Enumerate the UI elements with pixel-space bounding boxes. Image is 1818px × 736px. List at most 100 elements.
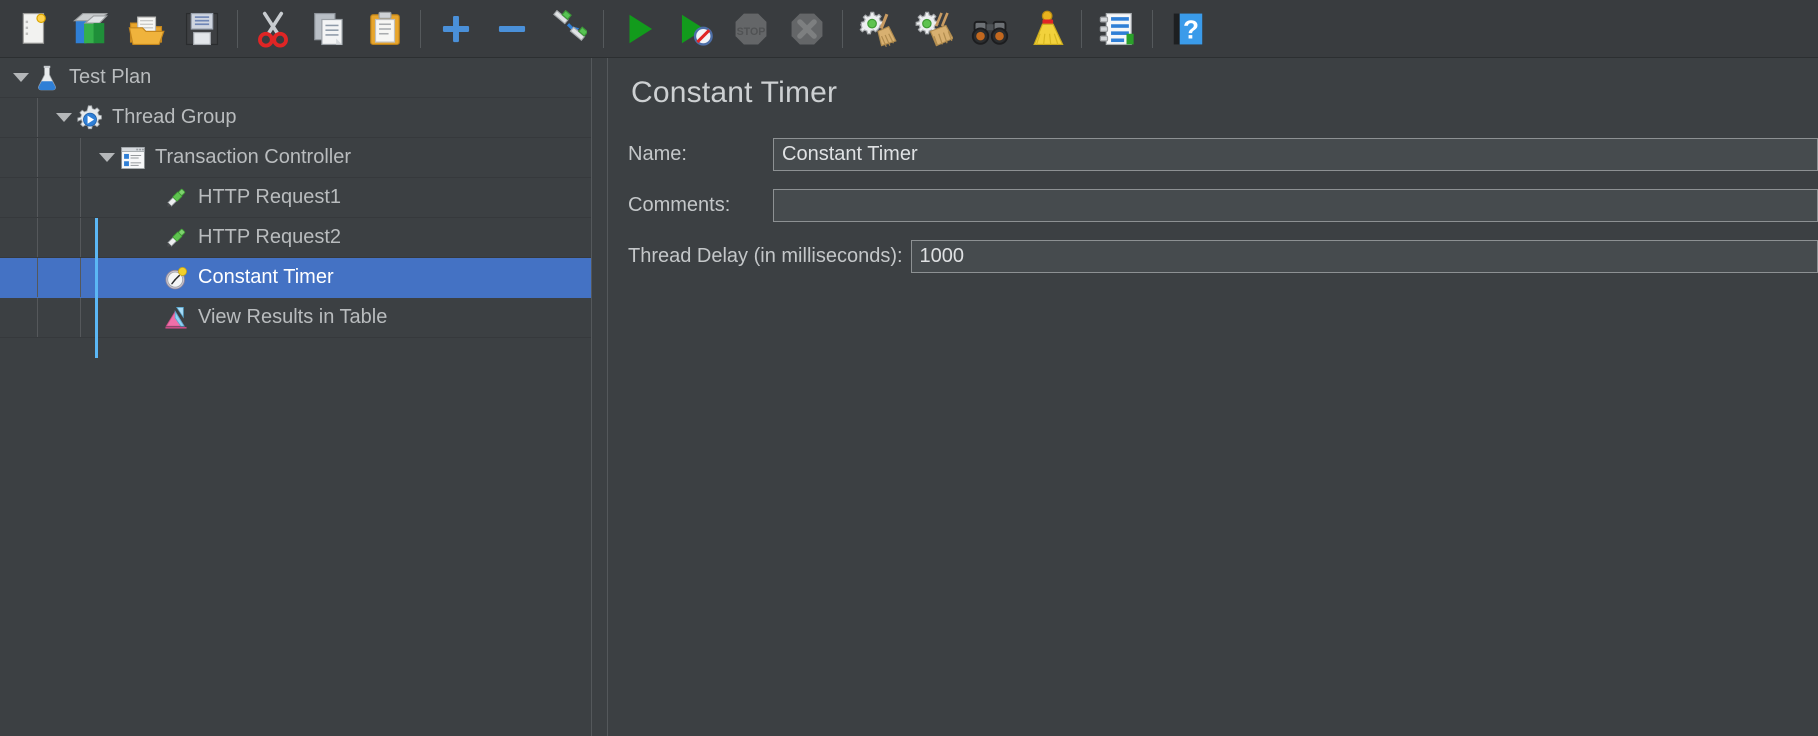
tree-node-test-plan[interactable]: Test Plan [0, 58, 591, 98]
expand-toggle-icon[interactable] [8, 65, 34, 91]
tree-node-view-results-in-table[interactable]: View Results in Table [0, 298, 591, 338]
clipboard-paste-icon [366, 10, 404, 48]
tree-guide-line [37, 98, 38, 137]
thread-delay-row: Thread Delay (in milliseconds): [628, 240, 1818, 273]
toolbar-separator [1152, 10, 1153, 48]
expand-toggle-icon[interactable] [94, 145, 120, 171]
active-branch-marker [95, 218, 98, 358]
save-button[interactable] [174, 4, 230, 54]
tree-guide-line [80, 258, 81, 297]
comments-row: Comments: [628, 189, 1818, 222]
svg-text:STOP: STOP [737, 25, 766, 37]
toggle-pen-icon [549, 10, 587, 48]
thread-delay-label: Thread Delay (in milliseconds): [628, 245, 903, 268]
tree-spacer [137, 265, 163, 291]
panel-splitter[interactable] [591, 58, 608, 736]
templates-button[interactable] [62, 4, 118, 54]
open-button[interactable] [118, 4, 174, 54]
tree-guide-line [80, 178, 81, 217]
tree-guide-line [37, 298, 38, 337]
help-book-icon: ? [1169, 10, 1207, 48]
yellow-broom-icon [1027, 10, 1065, 48]
function-helper-button[interactable] [1089, 4, 1145, 54]
tree-node-label: Test Plan [69, 66, 161, 89]
tree-node-thread-group[interactable]: Thread Group [0, 98, 591, 138]
search-button[interactable] [962, 4, 1018, 54]
clear-all-button[interactable] [906, 4, 962, 54]
binoculars-icon [971, 10, 1009, 48]
scissors-icon [254, 10, 292, 48]
tree-node-label: HTTP Request1 [198, 186, 351, 209]
transaction-controller-icon [120, 145, 155, 171]
toggle-button[interactable] [540, 4, 596, 54]
main-area: Test Plan Thread Group Transaction Control… [0, 58, 1818, 736]
test-plan-tree[interactable]: Test Plan Thread Group Transaction Control… [0, 58, 591, 736]
function-list-icon [1098, 10, 1136, 48]
stop-sign-icon: STOP [732, 10, 770, 48]
minus-icon [493, 10, 531, 48]
flask-icon [34, 65, 69, 91]
play-no-pauses-icon [676, 10, 714, 48]
stop-button: STOP [723, 4, 779, 54]
gear-broom-multi-icon [915, 10, 953, 48]
tree-node-constant-timer[interactable]: Constant Timer [0, 258, 591, 298]
reset-search-button[interactable] [1018, 4, 1074, 54]
templates-icon [71, 10, 109, 48]
start-no-pauses-button[interactable] [667, 4, 723, 54]
save-floppy-icon [183, 10, 221, 48]
tree-node-label: Constant Timer [198, 266, 344, 289]
tree-node-label: Thread Group [112, 106, 247, 129]
name-input[interactable] [773, 138, 1818, 171]
toolbar-separator [603, 10, 604, 48]
tree-guide-line [80, 298, 81, 337]
gear-broom-icon [859, 10, 897, 48]
tree-guide-line [37, 178, 38, 217]
http-request-pen-icon [163, 225, 198, 251]
cut-button[interactable] [245, 4, 301, 54]
tree-node-http-request2[interactable]: HTTP Request2 [0, 218, 591, 258]
toolbar-separator [842, 10, 843, 48]
start-button[interactable] [611, 4, 667, 54]
tree-guide-line [80, 218, 81, 257]
tree-spacer [137, 225, 163, 251]
plus-icon [437, 10, 475, 48]
tree-node-http-request1[interactable]: HTTP Request1 [0, 178, 591, 218]
tree-node-label: View Results in Table [198, 306, 397, 329]
copy-icon [310, 10, 348, 48]
constant-timer-clock-icon [163, 265, 198, 291]
tree-guide-line [80, 138, 81, 177]
jmeter-window: STOP? Test Plan Thread Group Transaction C… [0, 0, 1818, 736]
new-button[interactable] [6, 4, 62, 54]
thread-group-gear-icon [77, 105, 112, 131]
tree-spacer [137, 305, 163, 331]
play-green-icon [620, 10, 658, 48]
tree-node-label: HTTP Request2 [198, 226, 351, 249]
new-file-icon [15, 10, 53, 48]
name-label: Name: [628, 143, 773, 166]
comments-label: Comments: [628, 194, 773, 217]
main-toolbar: STOP? [0, 0, 1818, 58]
paste-button[interactable] [357, 4, 413, 54]
toolbar-separator [237, 10, 238, 48]
expand-all-button[interactable] [428, 4, 484, 54]
tree-node-transaction-controller[interactable]: Transaction Controller [0, 138, 591, 178]
tree-guide-line [37, 138, 38, 177]
comments-input[interactable] [773, 189, 1818, 222]
expand-toggle-icon[interactable] [51, 105, 77, 131]
toolbar-separator [420, 10, 421, 48]
shutdown-button [779, 4, 835, 54]
help-button[interactable]: ? [1160, 4, 1216, 54]
name-row: Name: [628, 138, 1818, 171]
collapse-all-button[interactable] [484, 4, 540, 54]
thread-delay-input[interactable] [911, 240, 1818, 273]
tree-node-label: Transaction Controller [155, 146, 361, 169]
tree-spacer [137, 185, 163, 211]
toolbar-separator [1081, 10, 1082, 48]
tree-guide-line [37, 258, 38, 297]
element-config-panel: Constant Timer Name: Comments: Thread De… [608, 58, 1818, 736]
http-request-pen-icon [163, 185, 198, 211]
clear-button[interactable] [850, 4, 906, 54]
view-results-table-icon [163, 305, 198, 331]
copy-button[interactable] [301, 4, 357, 54]
tree-guide-line [37, 218, 38, 257]
